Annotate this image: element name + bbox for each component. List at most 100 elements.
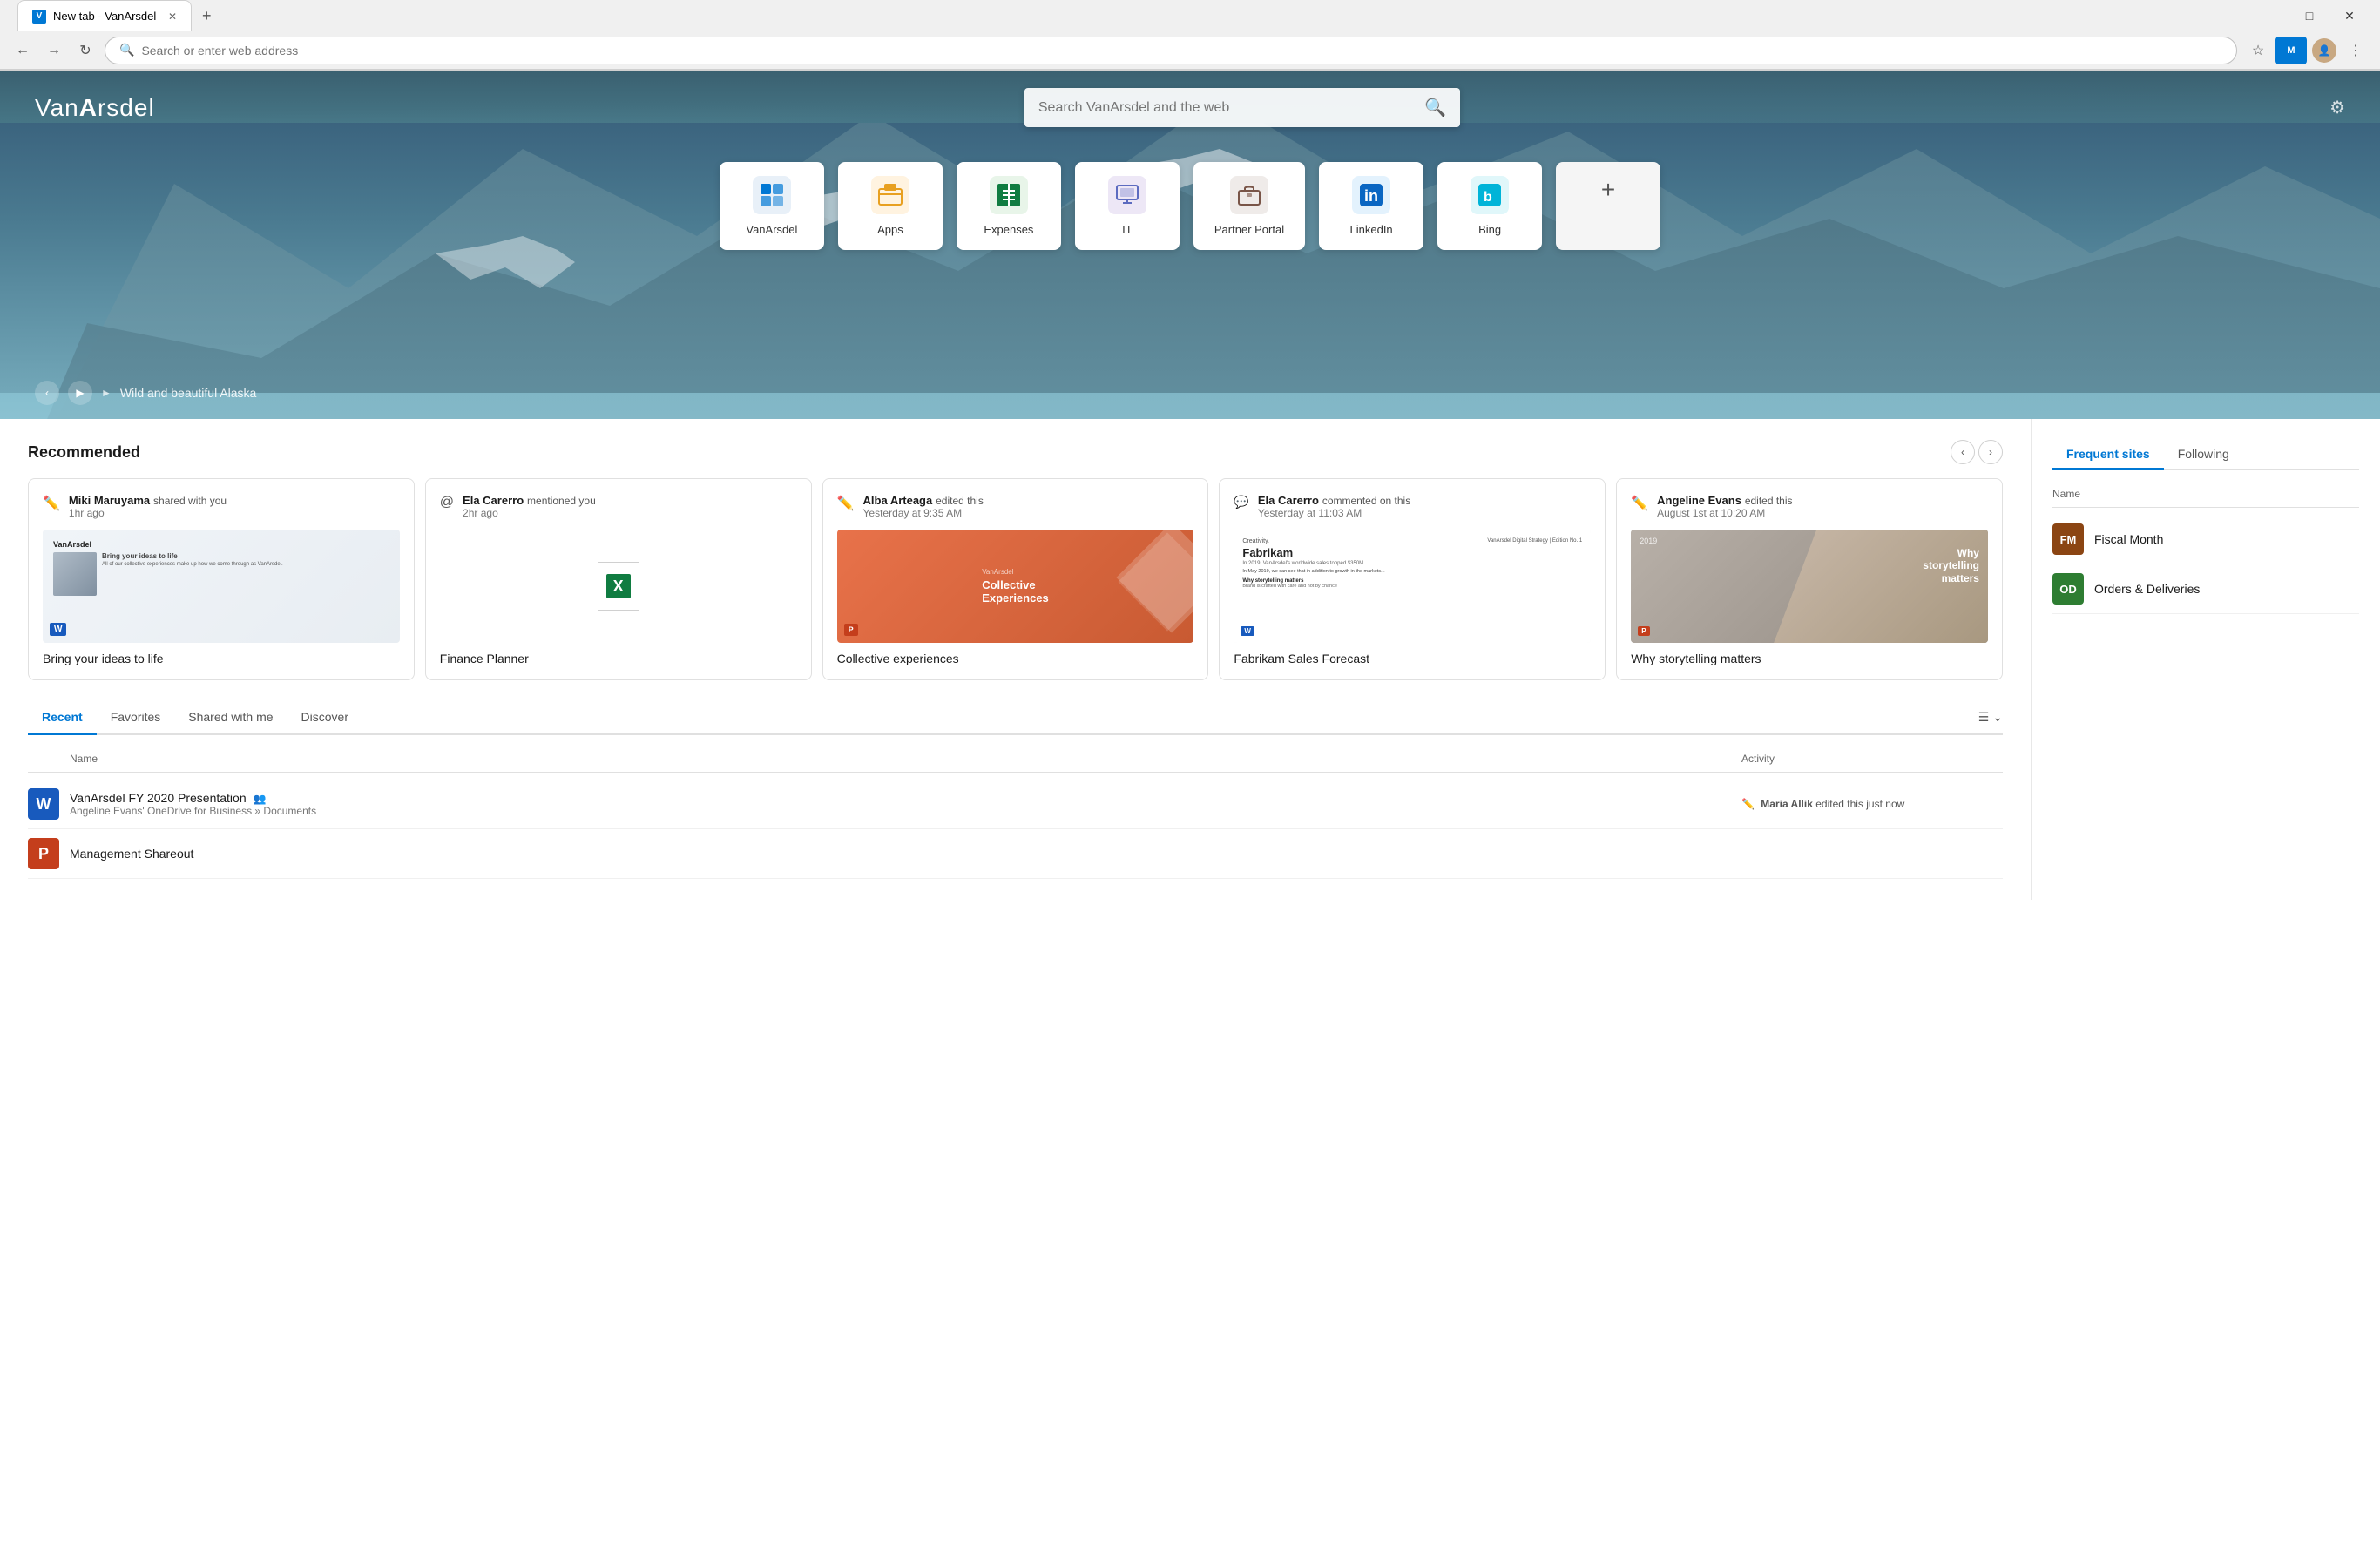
- brand-logo: VanArsdel: [35, 94, 155, 122]
- rec-card-collective[interactable]: ✏️ Alba Arteaga edited this Yesterday at…: [822, 478, 1209, 680]
- hero-top-bar: VanArsdel 🔍 ⚙: [0, 71, 2380, 145]
- rec-card-user-5: Angeline Evans: [1657, 494, 1741, 507]
- rec-card-action-4: commented on this: [1322, 495, 1410, 507]
- settings-menu-button[interactable]: ⋮: [2342, 37, 2370, 64]
- rec-card-meta-1: Miki Maruyama shared with you 1hr ago: [69, 493, 400, 519]
- hero-next-button[interactable]: ▶: [68, 381, 92, 405]
- vanarsdel-icon: [753, 176, 791, 214]
- hero-search-input[interactable]: [1038, 100, 1417, 116]
- search-icon: 🔍: [119, 43, 134, 57]
- address-input[interactable]: [141, 44, 2222, 57]
- recommended-prev-button[interactable]: ‹: [1951, 440, 1975, 464]
- rec-card-user-3: Alba Arteaga: [863, 494, 933, 507]
- tab-recent[interactable]: Recent: [28, 701, 97, 735]
- tab-favorites[interactable]: Favorites: [97, 701, 175, 735]
- quick-link-apps[interactable]: Apps: [838, 162, 943, 250]
- favorites-button[interactable]: ☆: [2244, 37, 2272, 64]
- tab-discover[interactable]: Discover: [287, 701, 362, 735]
- word-file-icon-1: W: [28, 788, 59, 820]
- apps-label: Apps: [877, 223, 903, 236]
- rec-card-finance-planner[interactable]: @ Ela Carerro mentioned you 2hr ago X: [425, 478, 812, 680]
- quick-link-linkedin[interactable]: in LinkedIn: [1319, 162, 1423, 250]
- vanarsdel-label: VanArsdel: [746, 223, 797, 236]
- list-view-button[interactable]: ☰ ⌄: [1978, 710, 2003, 725]
- rec-card-time-1: 1hr ago: [69, 507, 400, 519]
- storytelling-thumbnail-5: 2019 Whystorytellingmatters P: [1631, 530, 1988, 643]
- minimize-button[interactable]: —: [2249, 2, 2289, 30]
- expenses-label: Expenses: [984, 223, 1033, 236]
- microsoft-button[interactable]: M: [2275, 37, 2307, 64]
- close-button[interactable]: ✕: [2329, 2, 2370, 30]
- partner-portal-label: Partner Portal: [1214, 223, 1284, 236]
- quick-link-vanarsdel[interactable]: VanArsdel: [720, 162, 824, 250]
- rec-card-time-4: Yesterday at 11:03 AM: [1258, 507, 1591, 519]
- active-tab[interactable]: V New tab - VanArsdel ✕: [17, 0, 192, 31]
- it-icon: [1108, 176, 1146, 214]
- storytelling-text: Whystorytellingmatters: [1923, 547, 1979, 584]
- quick-link-it[interactable]: IT: [1075, 162, 1180, 250]
- freq-tab-following[interactable]: Following: [2164, 440, 2243, 470]
- file-tabs-bar: Recent Favorites Shared with me Discover…: [28, 701, 2003, 735]
- quick-link-partner-portal[interactable]: Partner Portal: [1193, 162, 1305, 250]
- quick-link-add[interactable]: +: [1556, 162, 1660, 250]
- hero-settings-icon[interactable]: ⚙: [2329, 97, 2345, 118]
- svg-text:b: b: [1484, 190, 1492, 205]
- rec-card-thumb-2: X: [440, 530, 797, 643]
- main-content: Recommended ‹ › ✏️ Miki Maruyama shared …: [0, 419, 2380, 900]
- list-view-icon: ☰: [1978, 710, 1990, 725]
- hero-search-button[interactable]: 🔍: [1424, 97, 1446, 118]
- address-bar[interactable]: 🔍: [105, 37, 2237, 64]
- expenses-icon: [990, 176, 1028, 214]
- mention-icon-2: @: [440, 495, 454, 510]
- left-panel: Recommended ‹ › ✏️ Miki Maruyama shared …: [0, 419, 2032, 900]
- fiscal-month-icon: FM: [2052, 523, 2084, 555]
- rec-card-title-4: Fabrikam Sales Forecast: [1234, 652, 1591, 665]
- word-icon-small-1: W: [50, 623, 66, 636]
- file-col-name-header: Name: [28, 753, 1741, 765]
- svg-text:in: in: [1364, 187, 1378, 205]
- orders-deliveries-name: Orders & Deliveries: [2094, 582, 2200, 596]
- recommended-next-button[interactable]: ›: [1978, 440, 2003, 464]
- tab-shared-with-me[interactable]: Shared with me: [174, 701, 287, 735]
- rec-card-header-1: ✏️ Miki Maruyama shared with you 1hr ago: [43, 493, 400, 519]
- refresh-button[interactable]: ↻: [73, 38, 98, 63]
- tab-bar: V New tab - VanArsdel ✕ +: [10, 0, 226, 31]
- freq-tab-frequent[interactable]: Frequent sites: [2052, 440, 2164, 470]
- rec-card-action-1: shared with you: [153, 495, 227, 507]
- profile-button[interactable]: 👤: [2310, 37, 2338, 64]
- rec-card-thumb-1: VanArsdel Bring your ideas to life All o…: [43, 530, 400, 643]
- freq-item-fiscal-month[interactable]: FM Fiscal Month: [2052, 515, 2359, 564]
- nav-actions: ☆ M 👤 ⋮: [2244, 37, 2370, 64]
- rec-card-time-2: 2hr ago: [463, 507, 797, 519]
- file-name-1: VanArsdel FY 2020 Presentation 👥: [70, 791, 1741, 805]
- rec-card-title-3: Collective experiences: [837, 652, 1194, 665]
- file-item-management-shareout[interactable]: P Management Shareout: [28, 829, 2003, 879]
- rec-card-thumb-3: VanArsdel CollectiveExperiences P: [837, 530, 1194, 643]
- hero-prev-button[interactable]: ‹: [35, 381, 59, 405]
- shared-icon-1: 👥: [254, 793, 267, 805]
- ppt-file-icon-2: P: [28, 838, 59, 869]
- file-location-1: Angeline Evans' OneDrive for Business » …: [70, 805, 1741, 817]
- hero-search-box[interactable]: 🔍: [1024, 88, 1460, 127]
- back-button[interactable]: ←: [10, 38, 35, 63]
- navigation-bar: ← → ↻ 🔍 ☆ M 👤 ⋮: [0, 31, 2380, 70]
- rec-card-fabrikam[interactable]: 💬 Ela Carerro commented on this Yesterda…: [1219, 478, 1606, 680]
- file-item-vanarsdel-fy[interactable]: W VanArsdel FY 2020 Presentation 👥 Angel…: [28, 780, 2003, 829]
- tab-close-button[interactable]: ✕: [168, 10, 177, 23]
- rec-card-header-4: 💬 Ela Carerro commented on this Yesterda…: [1234, 493, 1591, 519]
- rec-card-storytelling[interactable]: ✏️ Angeline Evans edited this August 1st…: [1616, 478, 2003, 680]
- freq-item-orders-deliveries[interactable]: OD Orders & Deliveries: [2052, 564, 2359, 614]
- rec-card-bring-your-ideas[interactable]: ✏️ Miki Maruyama shared with you 1hr ago…: [28, 478, 415, 680]
- rec-card-header-2: @ Ela Carerro mentioned you 2hr ago: [440, 493, 797, 519]
- quick-link-expenses[interactable]: Expenses: [957, 162, 1061, 250]
- add-icon: +: [1601, 176, 1615, 204]
- file-col-activity-header: Activity: [1741, 753, 2003, 765]
- quick-link-bing[interactable]: b Bing: [1437, 162, 1542, 250]
- maximize-button[interactable]: □: [2289, 2, 2329, 30]
- tab-favicon: V: [32, 10, 46, 24]
- new-tab-button[interactable]: +: [195, 3, 219, 29]
- forward-button[interactable]: →: [42, 38, 66, 63]
- fiscal-month-name: Fiscal Month: [2094, 532, 2163, 546]
- recommended-nav-arrows: ‹ ›: [1951, 440, 2003, 464]
- rec-card-user-4: Ela Carerro: [1258, 494, 1319, 507]
